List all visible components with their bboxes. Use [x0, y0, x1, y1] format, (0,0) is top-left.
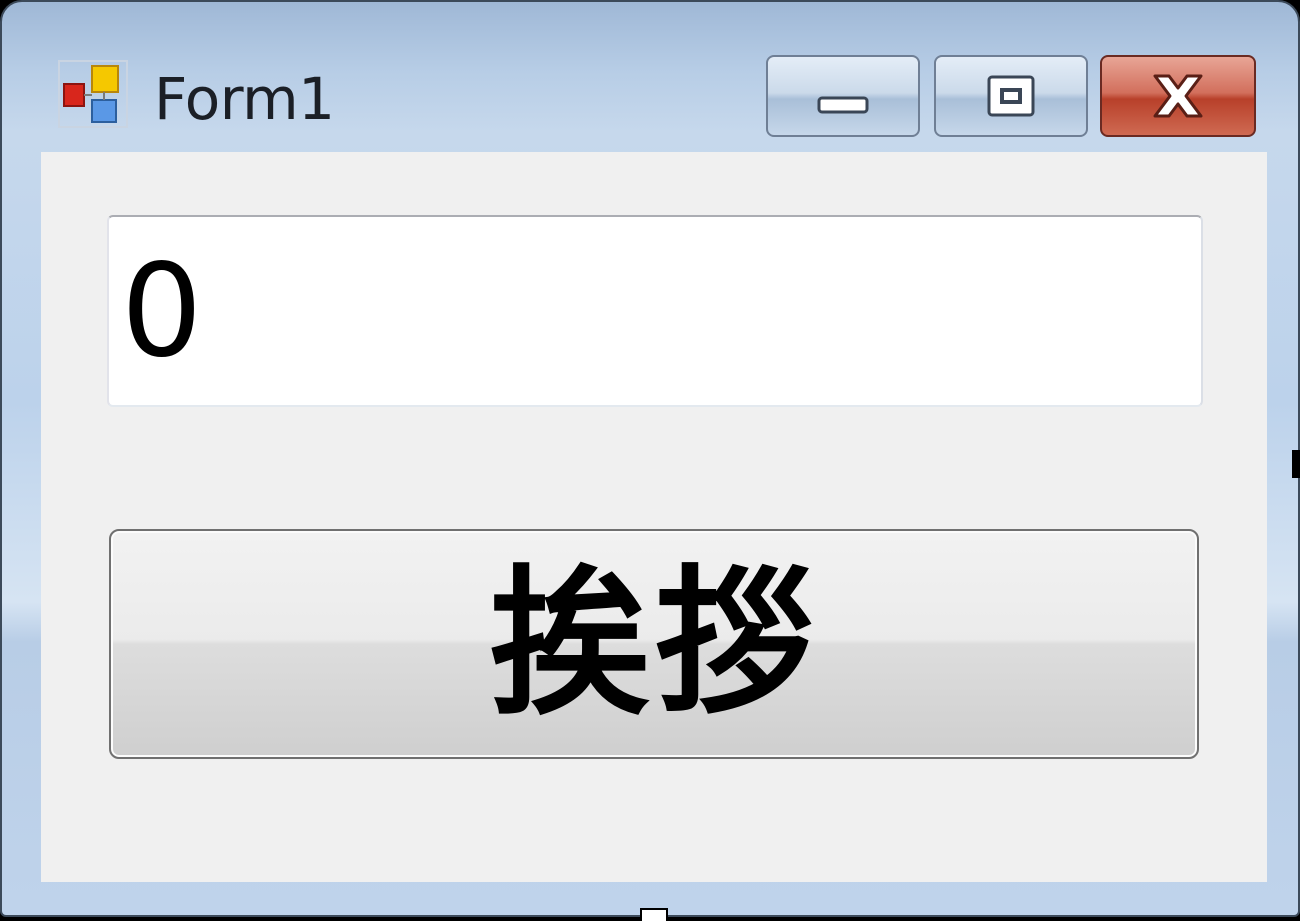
- greeting-button-label: 挨拶: [489, 550, 818, 737]
- number-textbox[interactable]: [107, 215, 1203, 407]
- minimize-icon: [817, 96, 869, 114]
- greeting-button[interactable]: 挨拶: [109, 529, 1199, 759]
- close-icon: [1153, 74, 1203, 118]
- resize-grip[interactable]: [640, 908, 668, 921]
- window-title: Form1: [154, 65, 335, 133]
- window-edge-marker: [1292, 450, 1300, 478]
- maximize-button[interactable]: [934, 55, 1088, 137]
- form1-window: Form1 挨拶: [0, 0, 1300, 917]
- close-button[interactable]: [1100, 55, 1256, 137]
- form-client-area: 挨拶: [41, 152, 1267, 882]
- minimize-button[interactable]: [766, 55, 920, 137]
- app-icon: [58, 60, 128, 128]
- maximize-icon: [987, 75, 1035, 117]
